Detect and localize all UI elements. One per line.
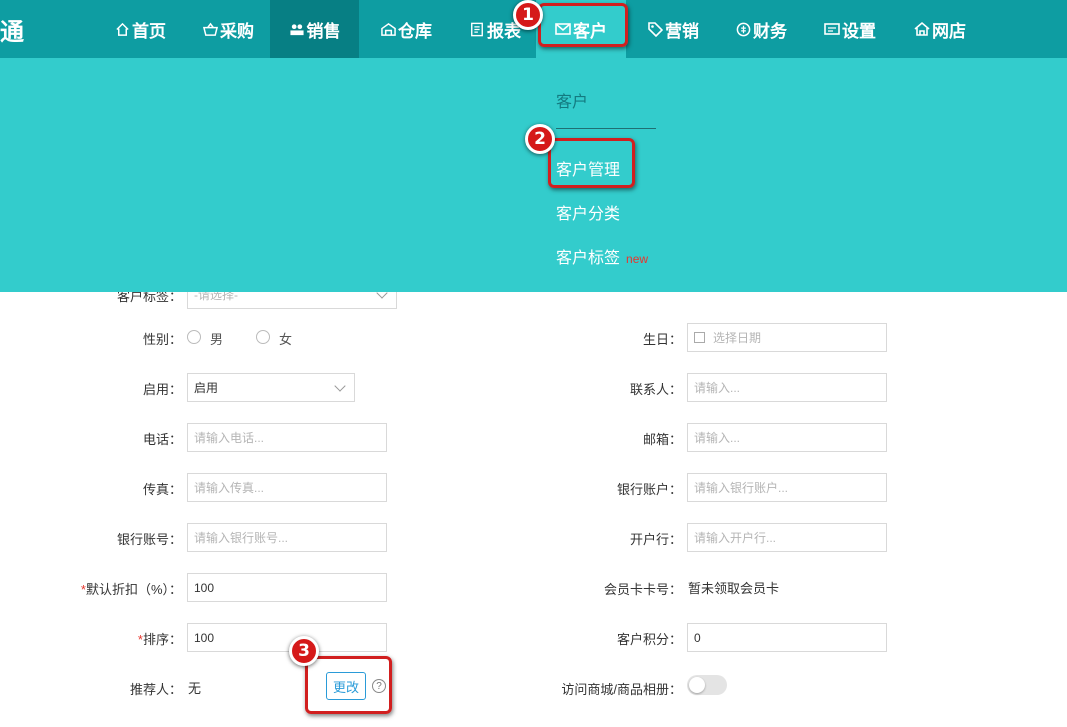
callout-badge-2: 2: [525, 124, 555, 154]
contact-label: 联系人：: [629, 382, 682, 397]
fax-input[interactable]: 请输入传真...: [187, 473, 387, 502]
gender-option-male: 男: [210, 332, 224, 347]
discount-input[interactable]: 100: [187, 573, 387, 602]
nav-finance[interactable]: 财务: [728, 0, 794, 58]
highlight-box-customers: [538, 3, 628, 47]
sort-label-text: 排序：: [142, 632, 182, 647]
sort-input[interactable]: 100: [187, 623, 387, 652]
menu-item-customer-tags-top[interactable]: 客户标签 new: [556, 244, 648, 268]
mall-access-label: 访问商城/商品相册：: [561, 682, 682, 697]
points-input[interactable]: 0: [687, 623, 887, 652]
nav-marketing[interactable]: 营销: [640, 0, 706, 58]
store-icon: [914, 21, 930, 37]
phone-input[interactable]: 请输入电话...: [187, 423, 387, 452]
calendar-icon: [694, 332, 705, 343]
referrer-value: 无: [188, 681, 202, 696]
nav-home[interactable]: 首页: [100, 0, 180, 58]
users-icon: [289, 21, 305, 37]
finance-icon: [735, 21, 751, 37]
discount-label: *默认折扣（%）：: [40, 579, 182, 598]
nav-purchase[interactable]: 采购: [190, 0, 266, 58]
member-card-value: 暂未领取会员卡: [688, 581, 780, 596]
nav-settings[interactable]: 设置: [818, 0, 882, 58]
mall-access-toggle[interactable]: [687, 675, 727, 695]
new-badge: new: [626, 252, 649, 266]
email-label: 邮箱：: [642, 432, 682, 447]
gender-option-female: 女: [279, 332, 293, 347]
enable-label: 启用：: [142, 382, 182, 397]
settings-icon: [824, 21, 840, 37]
callout-badge-3: 3: [289, 636, 319, 666]
dropdown-overlay: [0, 58, 1067, 292]
gender-radio-male[interactable]: [187, 330, 201, 344]
warehouse-icon: [380, 21, 396, 37]
bank-number-input[interactable]: 请输入银行账号...: [187, 523, 387, 552]
chevron-down-icon: [334, 380, 346, 392]
phone-label: 电话：: [142, 432, 182, 447]
callout-badge-1: 1: [513, 0, 543, 30]
dropdown-divider-repeat: [556, 128, 656, 129]
tag-icon: [647, 21, 663, 37]
fax-label: 传真：: [142, 482, 182, 497]
bank-account-input[interactable]: 请输入银行账户...: [687, 473, 887, 502]
report-icon: [469, 21, 485, 37]
menu-item-label: 客户标签: [556, 250, 621, 267]
enable-value: 启用: [194, 381, 219, 395]
bank-number-label: 银行账号：: [116, 532, 182, 547]
bank-branch-input[interactable]: 请输入开户行...: [687, 523, 887, 552]
dropdown-title-repeat: 客户: [556, 94, 589, 111]
toggle-knob: [689, 677, 705, 693]
highlight-box-change-referrer: [305, 656, 392, 714]
points-label: 客户积分：: [616, 632, 682, 647]
menu-item-customer-category-top[interactable]: 客户分类: [556, 200, 620, 224]
enable-select[interactable]: 启用: [187, 373, 355, 402]
birthday-placeholder: 选择日期: [713, 331, 762, 345]
bank-branch-label: 开户行：: [629, 532, 682, 547]
birthday-date-picker[interactable]: 选择日期: [687, 323, 887, 352]
highlight-box-customer-management: [548, 138, 635, 188]
discount-label-text: 默认折扣（%）：: [85, 582, 182, 597]
email-input[interactable]: 请输入...: [687, 423, 887, 452]
gender-label: 性别：: [142, 332, 182, 347]
nav-store[interactable]: 网店: [908, 0, 972, 58]
contact-input[interactable]: 请输入...: [687, 373, 887, 402]
logo: 通: [0, 18, 24, 46]
nav-sales[interactable]: 销售: [270, 0, 359, 58]
home-icon: [114, 21, 130, 37]
member-card-label: 会员卡卡号：: [603, 582, 682, 597]
bank-account-label: 银行账户：: [616, 482, 682, 497]
basket-icon: [202, 21, 218, 37]
gender-radio-female[interactable]: [256, 330, 270, 344]
birthday-label: 生日：: [642, 332, 682, 347]
sort-label: *排序：: [110, 629, 182, 648]
nav-warehouse[interactable]: 仓库: [366, 0, 446, 58]
referrer-label: 推荐人：: [129, 682, 182, 697]
